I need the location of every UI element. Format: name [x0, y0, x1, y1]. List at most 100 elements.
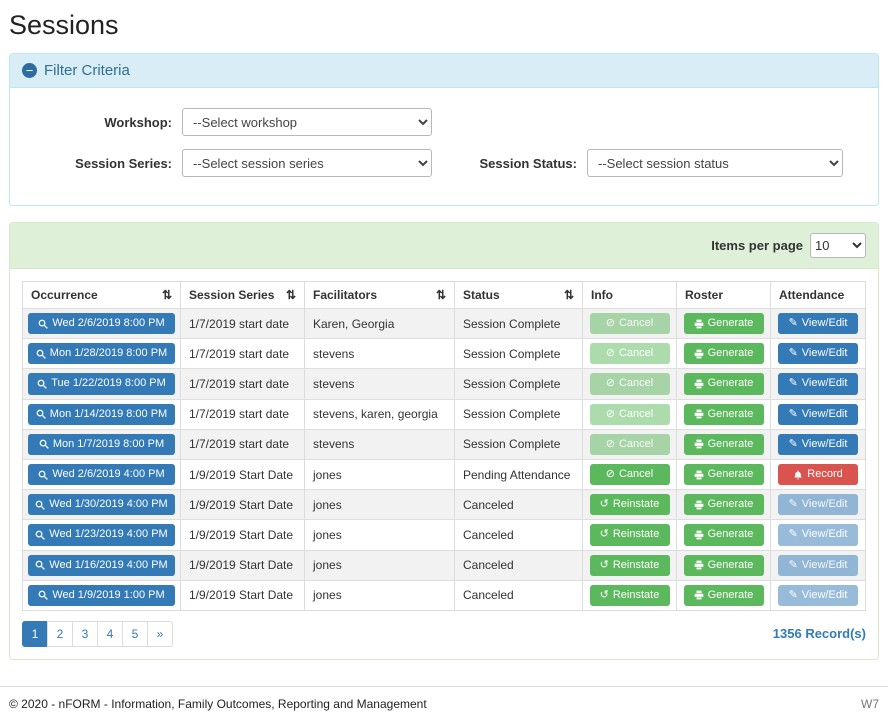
roster-generate-button[interactable]: Generate	[684, 585, 764, 606]
column-header-label: Roster	[685, 288, 723, 302]
printer-icon	[694, 379, 704, 389]
filter-panel-header[interactable]: − Filter Criteria	[10, 54, 878, 88]
roster-generate-button[interactable]: Generate	[684, 404, 764, 425]
printer-icon	[694, 560, 704, 570]
info-cancel-button[interactable]: ⊘Cancel	[590, 343, 670, 364]
facilitators-cell: stevens	[305, 369, 455, 399]
pencil-icon: ✎	[789, 378, 798, 389]
info-cancel-button[interactable]: ⊘Cancel	[590, 434, 670, 455]
info-cell: ⊘Cancel	[583, 369, 677, 399]
info-reinstate-button[interactable]: ↺Reinstate	[590, 524, 670, 545]
roster-generate-button[interactable]: Generate	[684, 343, 764, 364]
column-header-status[interactable]: Status⇅	[455, 282, 583, 309]
attendance-view-edit-button[interactable]: ✎View/Edit	[778, 373, 858, 394]
info-cancel-button[interactable]: ⊘Cancel	[590, 313, 670, 334]
occurrence-button[interactable]: Mon 1/28/2019 8:00 PM	[28, 343, 175, 364]
table-row: Wed 2/6/2019 4:00 PM1/9/2019 Start Datej…	[23, 459, 866, 489]
occurrence-button[interactable]: Wed 2/6/2019 8:00 PM	[28, 313, 175, 334]
info-cell: ⊘Cancel	[583, 459, 677, 489]
occurrence-button[interactable]: Mon 1/7/2019 8:00 PM	[28, 434, 175, 455]
attendance-view-edit-button[interactable]: ✎View/Edit	[778, 343, 858, 364]
pagination-page-4[interactable]: 4	[97, 621, 123, 647]
search-icon	[37, 379, 47, 389]
table-row: Wed 1/9/2019 1:00 PM1/9/2019 Start Datej…	[23, 580, 866, 610]
session-status-select[interactable]: --Select session status	[587, 149, 843, 177]
attendance-view-edit-button[interactable]: ✎View/Edit	[778, 494, 858, 515]
attendance-record-button[interactable]: Record	[778, 464, 858, 485]
occurrence-cell: Mon 1/28/2019 8:00 PM	[23, 339, 181, 369]
table-row: Mon 1/14/2019 8:00 PM1/7/2019 start date…	[23, 399, 866, 429]
search-icon	[38, 590, 48, 600]
roster-cell: Generate	[677, 550, 771, 580]
roster-generate-button[interactable]: Generate	[684, 434, 764, 455]
info-reinstate-button[interactable]: ↺Reinstate	[590, 555, 670, 576]
status-cell: Canceled	[455, 580, 583, 610]
printer-icon	[694, 590, 704, 600]
column-header-attendance: Attendance	[771, 282, 866, 309]
pagination-page-1[interactable]: 1	[22, 621, 48, 647]
occurrence-button[interactable]: Wed 1/16/2019 4:00 PM	[28, 555, 175, 576]
occurrence-button[interactable]: Mon 1/14/2019 8:00 PM	[28, 404, 175, 425]
pencil-icon: ✎	[789, 560, 798, 571]
column-header-label: Info	[591, 288, 613, 302]
column-header-occurrence[interactable]: Occurrence⇅	[23, 282, 181, 309]
pagination-page-3[interactable]: 3	[72, 621, 98, 647]
workshop-select[interactable]: --Select workshop	[182, 108, 432, 136]
status-cell: Session Complete	[455, 309, 583, 339]
attendance-view-edit-button[interactable]: ✎View/Edit	[778, 404, 858, 425]
workshop-field-row: Workshop: --Select workshop	[22, 108, 462, 136]
occurrence-button[interactable]: Wed 2/6/2019 4:00 PM	[28, 464, 175, 485]
pagination-page-2[interactable]: 2	[47, 621, 73, 647]
attendance-view-edit-button[interactable]: ✎View/Edit	[778, 555, 858, 576]
info-cancel-button[interactable]: ⊘Cancel	[590, 464, 670, 485]
sort-icon[interactable]: ⇅	[286, 288, 296, 302]
roster-cell: Generate	[677, 580, 771, 610]
roster-generate-button[interactable]: Generate	[684, 373, 764, 394]
status-cell: Canceled	[455, 490, 583, 520]
sort-icon[interactable]: ⇅	[162, 288, 172, 302]
page-title: Sessions	[9, 10, 879, 41]
collapse-minus-icon[interactable]: −	[22, 63, 37, 78]
attendance-view-edit-button[interactable]: ✎View/Edit	[778, 585, 858, 606]
pencil-icon: ✎	[789, 499, 798, 510]
roster-generate-button[interactable]: Generate	[684, 524, 764, 545]
sort-icon[interactable]: ⇅	[436, 288, 446, 302]
search-icon	[35, 530, 45, 540]
roster-generate-button[interactable]: Generate	[684, 313, 764, 334]
pagination-page-5[interactable]: 5	[122, 621, 148, 647]
info-reinstate-button[interactable]: ↺Reinstate	[590, 585, 670, 606]
occurrence-button[interactable]: Wed 1/23/2019 4:00 PM	[28, 524, 175, 545]
roster-generate-button[interactable]: Generate	[684, 464, 764, 485]
sessions-panel-header: Items per page 10	[10, 223, 878, 269]
search-icon	[35, 500, 45, 510]
occurrence-button[interactable]: Wed 1/30/2019 4:00 PM	[28, 494, 175, 515]
items-per-page-select[interactable]: 10	[810, 233, 866, 258]
roster-cell: Generate	[677, 459, 771, 489]
roster-cell: Generate	[677, 339, 771, 369]
column-header-facilitators[interactable]: Facilitators⇅	[305, 282, 455, 309]
info-cancel-button[interactable]: ⊘Cancel	[590, 404, 670, 425]
roster-cell: Generate	[677, 429, 771, 459]
info-cancel-button[interactable]: ⊘Cancel	[590, 373, 670, 394]
session-series-select[interactable]: --Select session series	[182, 149, 432, 177]
info-reinstate-button[interactable]: ↺Reinstate	[590, 494, 670, 515]
attendance-cell: ✎View/Edit	[771, 429, 866, 459]
sort-icon[interactable]: ⇅	[564, 288, 574, 302]
roster-cell: Generate	[677, 520, 771, 550]
occurrence-cell: Wed 2/6/2019 8:00 PM	[23, 309, 181, 339]
status-cell: Session Complete	[455, 369, 583, 399]
session-status-label: Session Status:	[462, 156, 577, 171]
status-cell: Session Complete	[455, 399, 583, 429]
occurrence-button[interactable]: Wed 1/9/2019 1:00 PM	[28, 585, 175, 606]
attendance-view-edit-button[interactable]: ✎View/Edit	[778, 524, 858, 545]
cancel-icon: ⊘	[606, 378, 615, 389]
roster-generate-button[interactable]: Generate	[684, 555, 764, 576]
occurrence-button[interactable]: Tue 1/22/2019 8:00 PM	[28, 373, 175, 394]
column-header-session-series[interactable]: Session Series⇅	[181, 282, 305, 309]
attendance-view-edit-button[interactable]: ✎View/Edit	[778, 434, 858, 455]
attendance-view-edit-button[interactable]: ✎View/Edit	[778, 313, 858, 334]
search-icon	[36, 409, 46, 419]
roster-generate-button[interactable]: Generate	[684, 494, 764, 515]
pagination-next-button[interactable]: »	[147, 621, 173, 647]
info-cell: ↺Reinstate	[583, 490, 677, 520]
